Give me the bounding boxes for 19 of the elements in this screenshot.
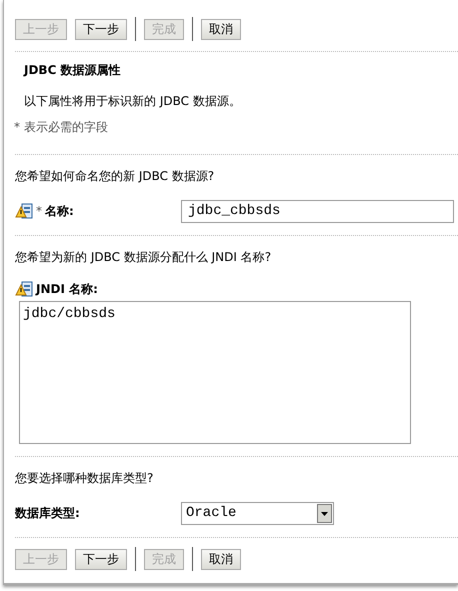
field-label: 数据库类型: (15, 505, 80, 522)
question-text: 您要选择哪种数据库类型? (15, 470, 154, 487)
name-field[interactable]: jdbc_cbbsds (181, 200, 454, 222)
question-text: 您希望如何命名您的新 JDBC 数据源? (15, 168, 216, 185)
database-type-select[interactable]: Oracle (181, 502, 334, 524)
section-title: JDBC 数据源属性 (24, 62, 122, 79)
field-label: JNDI 名称: (36, 281, 98, 298)
warning-list-icon (15, 203, 33, 219)
field-label: 名称: (45, 203, 74, 220)
description-text: 以下属性将用于标识新的 JDBC 数据源。 (24, 93, 242, 110)
wizard-button[interactable]: 下一步 (75, 18, 127, 40)
jndi-name-field[interactable]: jdbc/cbbsds (19, 301, 411, 444)
warning-list-icon (15, 281, 33, 297)
wizard-button[interactable]: 取消 (201, 18, 241, 40)
wizard-button[interactable]: 取消 (201, 548, 241, 570)
required-note: * 表示必需的字段 (14, 119, 109, 136)
required-marker: * (36, 203, 42, 220)
question-text: 您希望为新的 JDBC 数据源分配什么 JNDI 名称? (15, 249, 272, 266)
wizard-button[interactable]: 下一步 (75, 548, 127, 570)
